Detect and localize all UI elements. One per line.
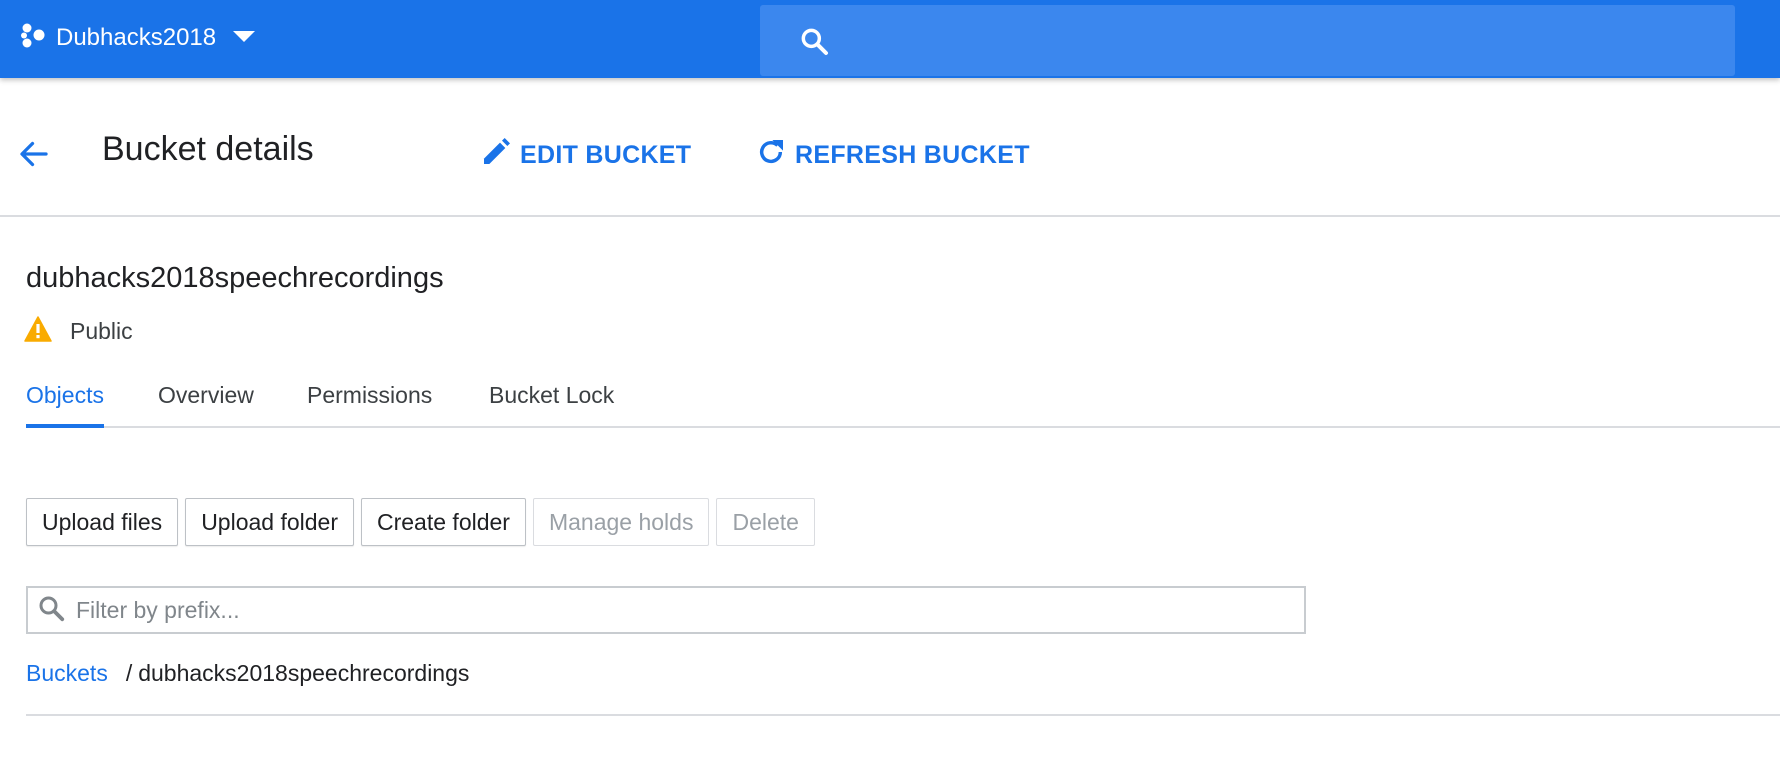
tab-bucket-lock[interactable]: Bucket Lock xyxy=(489,374,614,428)
page-header: Bucket details EDIT BUCKET REFRESH BUCKE… xyxy=(0,78,1780,217)
breadcrumb: Buckets / dubhacks2018speechrecordings xyxy=(26,660,1780,716)
edit-bucket-label: EDIT BUCKET xyxy=(520,141,692,169)
tab-permissions[interactable]: Permissions xyxy=(307,374,432,428)
refresh-icon xyxy=(755,136,795,175)
project-name: Dubhacks2018 xyxy=(56,24,217,51)
access-status: Public xyxy=(24,316,133,347)
search-icon xyxy=(28,593,66,628)
upload-folder-button[interactable]: Upload folder xyxy=(185,498,354,546)
breadcrumb-separator: / xyxy=(125,660,133,686)
object-toolbar: Upload files Upload folder Create folder… xyxy=(26,498,822,546)
pencil-icon xyxy=(480,136,520,175)
caret-down-icon xyxy=(232,30,256,49)
breadcrumb-current: dubhacks2018speechrecordings xyxy=(138,660,470,686)
breadcrumb-buckets-link[interactable]: Buckets xyxy=(26,660,108,687)
bucket-name: dubhacks2018speechrecordings xyxy=(26,262,444,294)
manage-holds-button[interactable]: Manage holds xyxy=(532,498,710,546)
delete-button[interactable]: Delete xyxy=(716,498,815,546)
filter-field[interactable] xyxy=(26,586,1306,634)
warning-icon xyxy=(24,316,52,347)
upload-files-button[interactable]: Upload files xyxy=(26,498,179,546)
bucket-tabs: Objects Overview Permissions Bucket Lock xyxy=(26,374,1780,428)
hexagon-cluster-icon xyxy=(20,23,46,54)
search-bar[interactable] xyxy=(760,5,1735,76)
top-app-bar: Dubhacks2018 xyxy=(0,0,1780,78)
page-title: Bucket details xyxy=(102,130,314,168)
arrow-back-icon[interactable] xyxy=(16,136,52,172)
search-icon[interactable] xyxy=(798,25,830,62)
tab-overview[interactable]: Overview xyxy=(158,374,254,428)
create-folder-button[interactable]: Create folder xyxy=(361,498,526,546)
refresh-bucket-label: REFRESH BUCKET xyxy=(795,141,1030,169)
tab-objects[interactable]: Objects xyxy=(26,374,104,428)
project-selector[interactable]: Dubhacks2018 xyxy=(20,18,256,58)
refresh-bucket-button[interactable]: REFRESH BUCKET xyxy=(755,136,1030,175)
access-label: Public xyxy=(70,318,133,344)
filter-input[interactable] xyxy=(76,596,1256,624)
edit-bucket-button[interactable]: EDIT BUCKET xyxy=(480,136,691,175)
